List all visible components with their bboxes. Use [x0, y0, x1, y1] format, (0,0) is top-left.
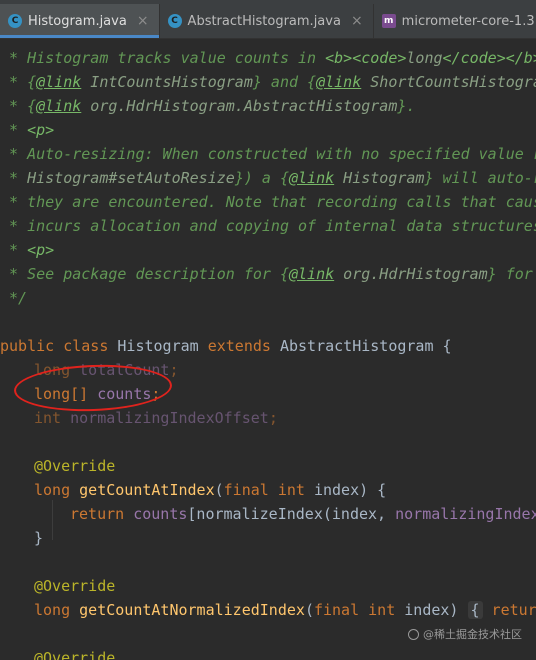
override-annotation: @Override — [34, 577, 116, 595]
tab-label: micrometer-core-1.3.9.pom — [401, 13, 536, 29]
tab-micrometer-pom[interactable]: m micrometer-core-1.3.9.pom — [374, 4, 536, 38]
code-line: * Auto-resizing: When constructed with n… — [0, 145, 536, 163]
tab-label: Histogram.java — [28, 13, 127, 29]
tab-abstracthistogram-java[interactable]: C AbstractHistogram.java × — [160, 4, 374, 38]
watermark: @稀土掘金技术社区 — [408, 626, 522, 642]
code-line: * Histogram#setAutoResize}) a {@link His… — [0, 169, 536, 187]
override-annotation: @Override — [34, 649, 116, 660]
override-annotation: @Override — [34, 457, 116, 475]
method-get-count-at-normalized-index-line: long getCountAtNormalizedIndex(final int… — [34, 601, 536, 619]
code-line: * See package description for {@link org… — [0, 265, 533, 283]
code-line: * Histogram tracks value counts in <b><c… — [0, 49, 536, 67]
code-line: * {@link IntCountsHistogram} and {@link … — [0, 73, 536, 91]
java-class-icon: C — [167, 14, 182, 28]
code-editor[interactable]: * Histogram tracks value counts in <b><c… — [0, 38, 536, 660]
method-get-count-at-index-line: long getCountAtIndex(final int index) { — [34, 481, 387, 499]
watermark-logo-icon — [408, 628, 419, 640]
closing-brace-line: } — [34, 529, 44, 547]
java-class-icon: C — [8, 14, 22, 28]
close-icon[interactable]: × — [351, 13, 363, 29]
code-line: * incurs allocation and copying of inter… — [0, 217, 536, 235]
tab-histogram-java[interactable]: C Histogram.java × — [0, 4, 160, 38]
code-line: */ — [0, 289, 28, 307]
code-line: * they are encountered. Note that record… — [0, 193, 536, 211]
code-line: * <p> — [0, 241, 55, 259]
code-line: * {@link org.HdrHistogram.AbstractHistog… — [0, 97, 416, 115]
code-line: * <p> — [0, 121, 55, 139]
class-declaration-line: public class Histogram extends AbstractH… — [0, 337, 452, 355]
indent-guide — [52, 500, 53, 540]
maven-pom-icon: m — [381, 14, 396, 28]
editor-tab-bar: C Histogram.java × C AbstractHistogram.j… — [0, 0, 536, 39]
folded-code-marker[interactable]: { — [467, 601, 483, 619]
close-icon[interactable]: × — [137, 13, 149, 29]
return-statement-line: return counts[normalizeIndex(index, norm… — [70, 505, 536, 523]
tab-label: AbstractHistogram.java — [187, 13, 341, 29]
